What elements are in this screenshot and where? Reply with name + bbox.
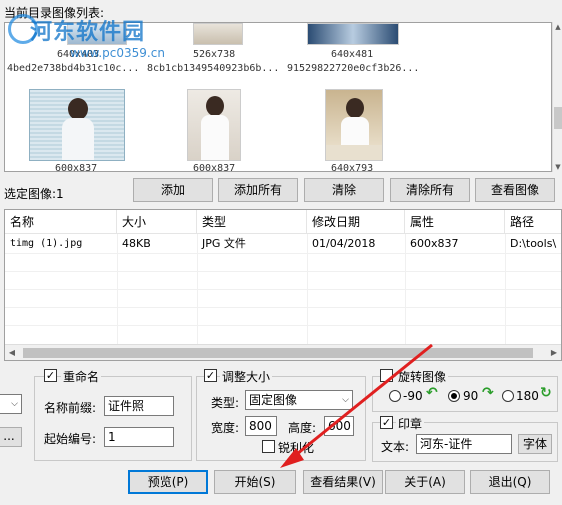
app-window: 640x403 4bed2e738bd4b31c10c... 526x738 8… — [0, 0, 562, 505]
annotation-arrow-icon — [280, 343, 433, 468]
